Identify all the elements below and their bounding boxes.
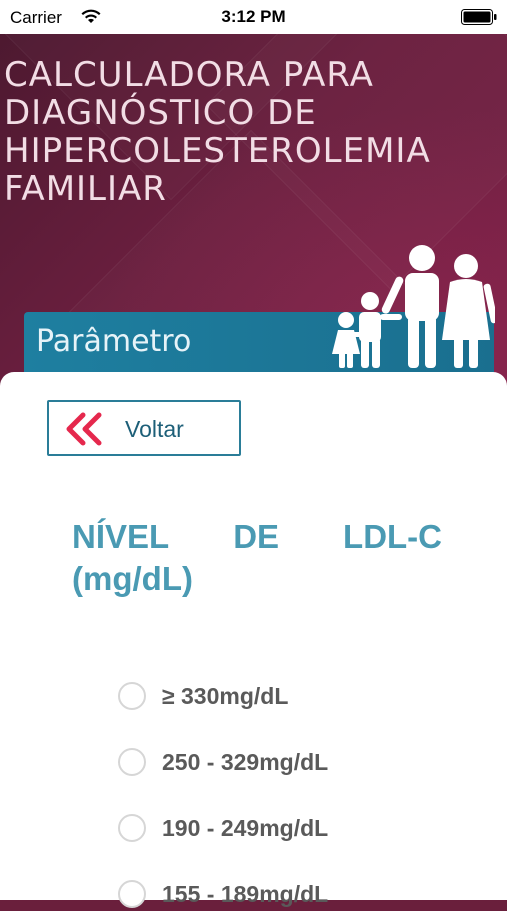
app-header: CALCULADORA PARA DIAGNÓSTICO DE HIPERCOL…: [0, 34, 507, 394]
question-word: DE: [233, 518, 280, 555]
radio-button[interactable]: [118, 682, 146, 710]
question-word: LDL-C: [343, 518, 442, 555]
radio-button[interactable]: [118, 814, 146, 842]
option-label: 250 - 329mg/dL: [162, 748, 329, 775]
option-label: 190 - 249mg/dL: [162, 814, 329, 841]
battery-icon: [461, 9, 497, 25]
option-155-189[interactable]: 155 - 189mg/dL: [118, 877, 328, 911]
option-ge-330[interactable]: ≥ 330mg/dL: [118, 679, 288, 713]
option-190-249[interactable]: 190 - 249mg/dL: [118, 811, 328, 845]
status-time: 3:12 PM: [221, 7, 286, 26]
radio-button[interactable]: [118, 748, 146, 776]
status-bar: Carrier 3:12 PM: [0, 0, 507, 34]
content-card: Voltar NÍVEL DE LDL-C (mg/dL) ≥ 330mg/dL…: [0, 372, 507, 908]
question-word: NÍVEL: [72, 518, 170, 555]
option-label: ≥ 330mg/dL: [162, 682, 289, 709]
option-label: 155 - 189mg/dL: [162, 880, 329, 907]
option-250-329[interactable]: 250 - 329mg/dL: [118, 745, 328, 779]
double-chevron-left-icon: [66, 412, 102, 446]
back-button[interactable]: Voltar: [47, 400, 241, 456]
radio-button[interactable]: [118, 880, 146, 908]
family-illustration: [332, 245, 495, 368]
question-title: NÍVEL DE LDL-C (mg/dL): [72, 516, 442, 600]
app-title: CALCULADORA PARA DIAGNÓSTICO DE HIPERCOL…: [4, 55, 431, 209]
back-button-label: Voltar: [125, 416, 184, 442]
section-label: Parâmetro: [36, 324, 192, 359]
question-unit: (mg/dL): [72, 560, 193, 597]
